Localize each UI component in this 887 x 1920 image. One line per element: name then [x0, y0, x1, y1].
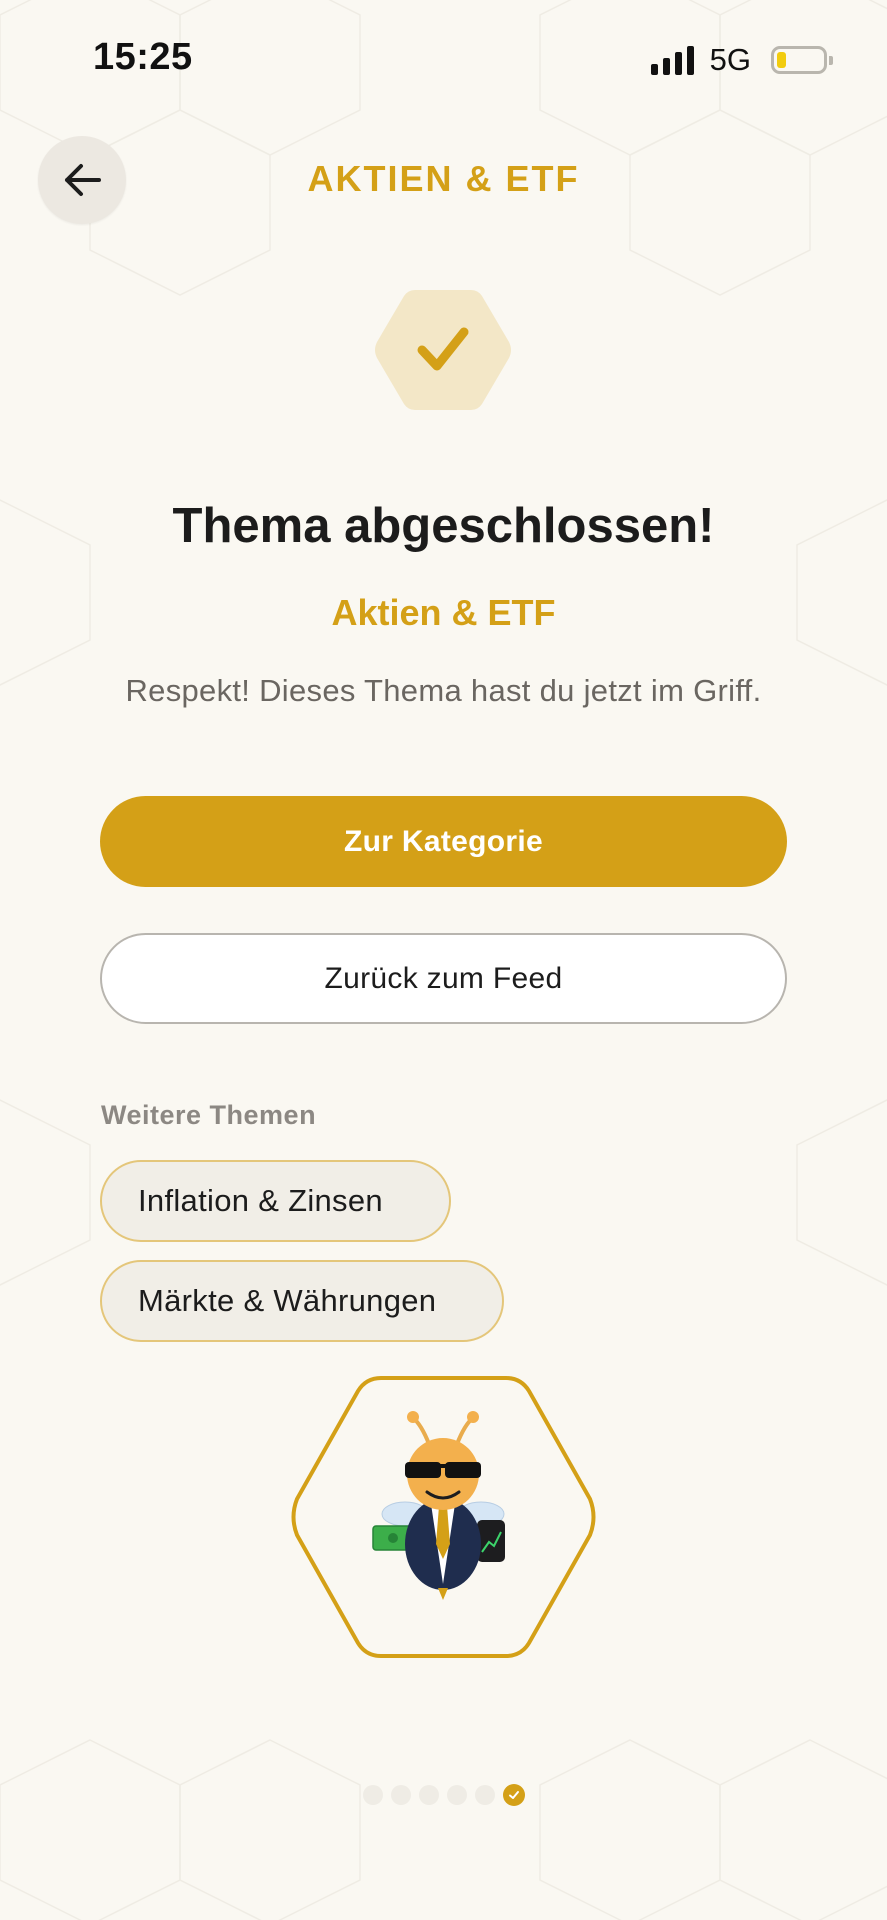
topic-chip-inflation[interactable]: Inflation & Zinsen — [100, 1160, 451, 1242]
progress-dot — [446, 1785, 467, 1805]
more-topics-label: Weitere Themen — [101, 1100, 317, 1130]
battery-icon — [771, 46, 833, 74]
check-icon — [375, 290, 511, 410]
progress-dot — [390, 1785, 411, 1805]
completed-topic-name: Aktien & ETF — [331, 592, 556, 633]
page-title: AKTIEN & ETF — [307, 158, 580, 199]
signal-icon — [650, 45, 694, 75]
progress-dot — [474, 1785, 495, 1805]
go-to-category-button[interactable]: Zur Kategorie — [100, 796, 787, 887]
progress-dots — [0, 1784, 887, 1806]
status-time: 15:25 — [93, 36, 193, 78]
network-type: 5G — [709, 42, 751, 77]
completion-title: Thema abgeschlossen! — [172, 499, 715, 553]
check-icon — [508, 1791, 519, 1799]
progress-dot-complete — [502, 1784, 525, 1806]
progress-dot — [418, 1785, 439, 1805]
back-to-feed-button[interactable]: Zurück zum Feed — [100, 933, 787, 1024]
topic-complete-screen: 15:25 5G AKTIEN & ETF Thema abgeschlosse… — [0, 0, 887, 1920]
progress-dot — [362, 1785, 383, 1805]
bee-mascot-icon — [291, 1376, 596, 1658]
completion-message: Respekt! Dieses Thema hast du jetzt im G… — [125, 673, 762, 708]
topic-chip-markets[interactable]: Märkte & Währungen — [100, 1260, 504, 1342]
status-indicators: 5G — [650, 42, 833, 78]
